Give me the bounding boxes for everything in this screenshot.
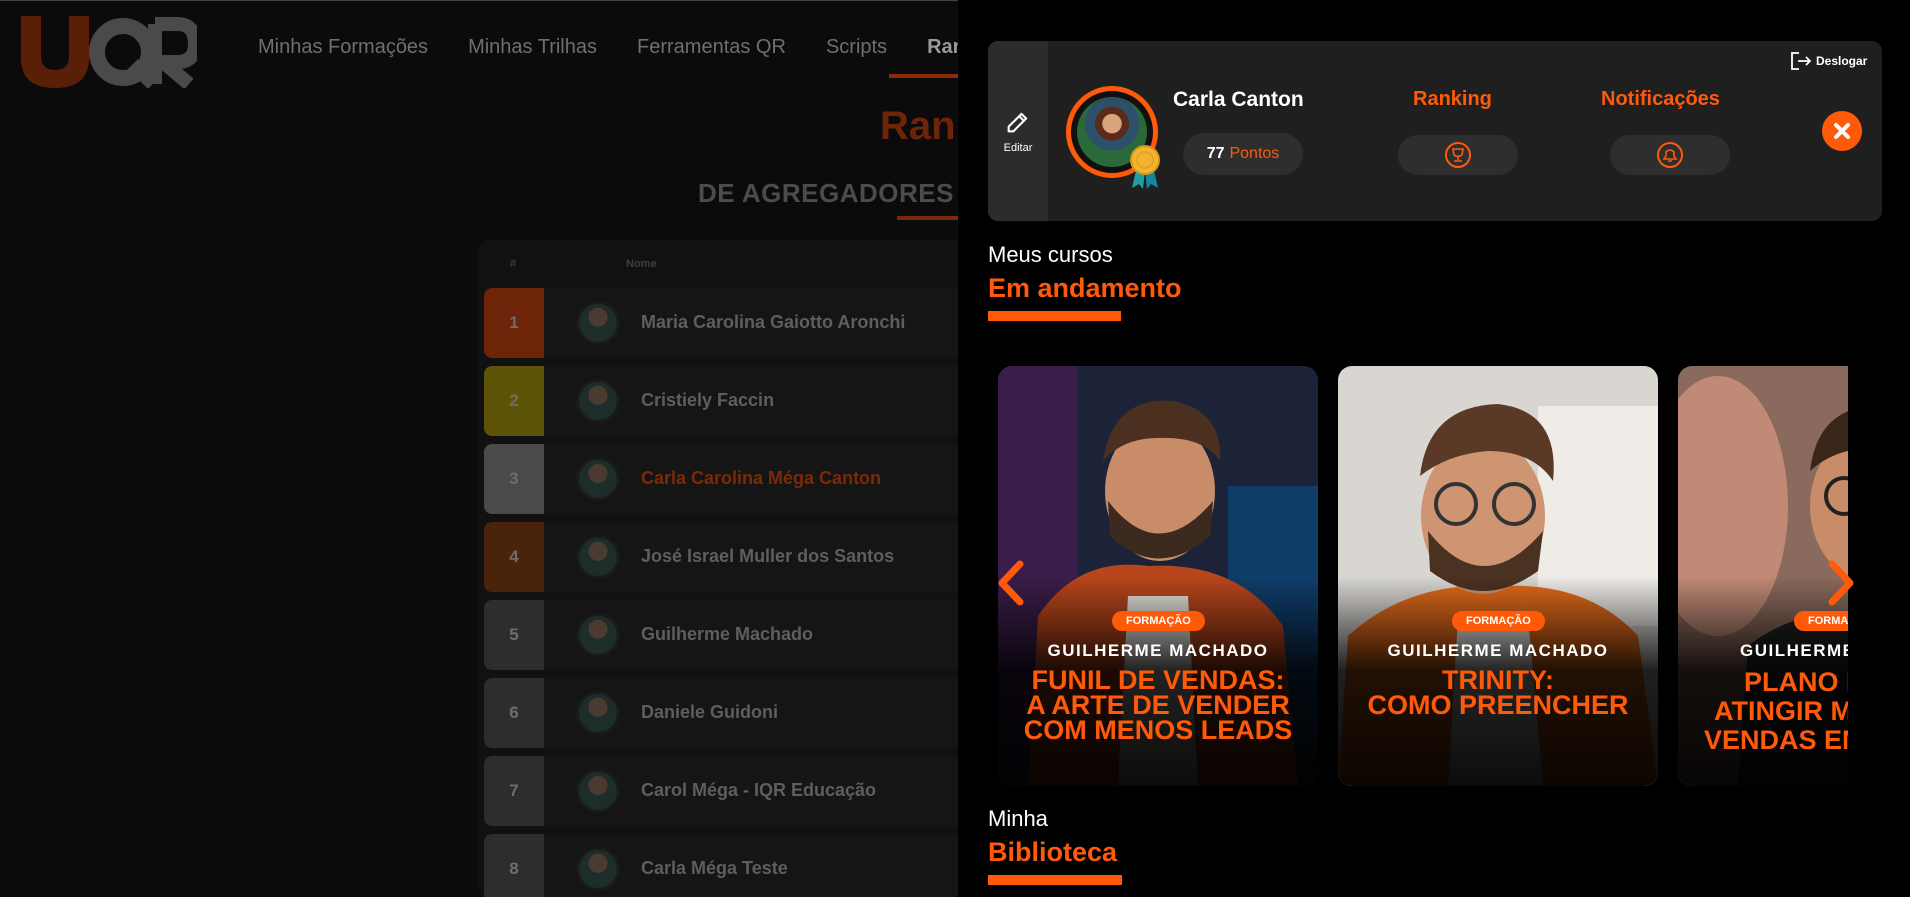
rank-number: 3 bbox=[484, 444, 544, 514]
profile-card: Editar Carla Canton 77 Pontos Ranking No… bbox=[988, 41, 1882, 221]
edit-label: Editar bbox=[1003, 142, 1033, 154]
trophy-icon bbox=[1445, 142, 1471, 168]
course-title: TRINITY: COMO PREENCHER bbox=[1338, 667, 1658, 720]
avatar bbox=[576, 691, 620, 735]
rank-number: 1 bbox=[484, 288, 544, 358]
user-name: Carla Canton bbox=[1173, 88, 1304, 111]
avatar bbox=[576, 613, 620, 657]
avatar bbox=[576, 379, 620, 423]
close-icon bbox=[1834, 123, 1850, 139]
logout-label: Deslogar bbox=[1816, 54, 1868, 68]
nav-ferramentas-qr[interactable]: Ferramentas QR bbox=[637, 36, 786, 59]
course-tag: FORMAÇÃO bbox=[1452, 611, 1545, 631]
course-card[interactable]: FORMAÇÃO GUILHERME MACHADO TRINITY: COMO… bbox=[1338, 366, 1658, 786]
avatar bbox=[576, 301, 620, 345]
close-button[interactable] bbox=[1822, 111, 1862, 151]
main-nav: Minhas Formações Minhas Trilhas Ferramen… bbox=[258, 36, 1022, 59]
medal-icon bbox=[1130, 145, 1160, 189]
row-name: José Israel Muller dos Santos bbox=[641, 546, 895, 566]
points-label: Pontos bbox=[1229, 145, 1280, 162]
course-title-line: PLANO D bbox=[1744, 667, 1848, 697]
avatar bbox=[576, 457, 620, 501]
row-name: Daniele Guidoni bbox=[641, 702, 779, 722]
row-name: Carol Méga - IQR Educação bbox=[641, 780, 877, 800]
course-title-line: VENDAS EN bbox=[1704, 725, 1848, 755]
row-name: Guilherme Machado bbox=[641, 624, 814, 644]
bell-icon bbox=[1657, 142, 1683, 168]
page-subtitle: DE AGREGADORES I bbox=[698, 178, 970, 208]
pencil-icon bbox=[1007, 112, 1028, 133]
edit-profile-button[interactable]: Editar bbox=[988, 41, 1048, 221]
course-title-line: COMO PREENCHER bbox=[1367, 690, 1629, 720]
avatar bbox=[576, 769, 620, 813]
column-header-name: Nome bbox=[626, 258, 657, 270]
logout-icon bbox=[1791, 52, 1812, 70]
nav-minhas-formacoes[interactable]: Minhas Formações bbox=[258, 36, 428, 59]
ranking-button[interactable] bbox=[1398, 135, 1518, 175]
notifications-button[interactable] bbox=[1610, 135, 1730, 175]
library-section-label: Minha bbox=[988, 806, 1048, 831]
course-title: FUNIL DE VENDAS: A ARTE DE VENDER COM ME… bbox=[998, 667, 1318, 745]
points-badge: 77 Pontos bbox=[1183, 133, 1303, 175]
logout-button[interactable]: Deslogar bbox=[1790, 51, 1867, 71]
avatar bbox=[576, 535, 620, 579]
course-title-line: ATINGIR M bbox=[1714, 696, 1848, 726]
library-section-title: Biblioteca bbox=[988, 837, 1118, 867]
course-tag: FORMA bbox=[1794, 611, 1848, 631]
course-title-line: COM MENOS LEADS bbox=[1023, 715, 1293, 745]
courses-section-title: Em andamento bbox=[988, 273, 1182, 303]
row-name: Carla Carolina Méga Canton bbox=[641, 468, 882, 488]
rank-number: 6 bbox=[484, 678, 544, 748]
points-value: 77 bbox=[1206, 145, 1225, 162]
rank-number: 4 bbox=[484, 522, 544, 592]
nav-minhas-trilhas[interactable]: Minhas Trilhas bbox=[468, 36, 597, 59]
library-section-underline bbox=[988, 875, 1122, 885]
rank-number: 8 bbox=[484, 834, 544, 897]
courses-section-underline bbox=[988, 311, 1121, 321]
course-author: GUILHERME MACHADO bbox=[1047, 641, 1269, 660]
avatar bbox=[576, 847, 620, 891]
courses-section-label: Meus cursos bbox=[988, 242, 1113, 267]
carousel-next-arrow[interactable] bbox=[1826, 560, 1856, 606]
iqr-logo[interactable] bbox=[17, 12, 197, 88]
ranking-heading: Ranking bbox=[1413, 88, 1492, 110]
row-name: Maria Carolina Gaiotto Aronchi bbox=[641, 312, 906, 332]
rank-number: 7 bbox=[484, 756, 544, 826]
row-name: Carla Méga Teste bbox=[641, 858, 788, 878]
rank-number: 5 bbox=[484, 600, 544, 670]
courses-carousel: FORMAÇÃO GUILHERME MACHADO FUNIL DE VEND… bbox=[998, 366, 1848, 786]
notifications-heading: Notificações bbox=[1601, 88, 1720, 110]
rank-number: 2 bbox=[484, 366, 544, 436]
course-author: GUILHERME bbox=[1740, 641, 1848, 660]
row-name: Cristiely Faccin bbox=[641, 390, 775, 410]
course-tag: FORMAÇÃO bbox=[1112, 611, 1205, 631]
course-card[interactable]: FORMAÇÃO GUILHERME MACHADO FUNIL DE VEND… bbox=[998, 366, 1318, 786]
nav-scripts[interactable]: Scripts bbox=[826, 36, 887, 59]
course-author: GUILHERME MACHADO bbox=[1387, 641, 1609, 660]
column-header-rank: # bbox=[510, 258, 517, 270]
course-card[interactable]: FORMA GUILHERME PLANO D ATINGIR M VENDAS… bbox=[1678, 366, 1848, 786]
carousel-prev-arrow[interactable] bbox=[996, 560, 1026, 606]
course-title: PLANO D ATINGIR M VENDAS EN bbox=[1704, 668, 1848, 755]
